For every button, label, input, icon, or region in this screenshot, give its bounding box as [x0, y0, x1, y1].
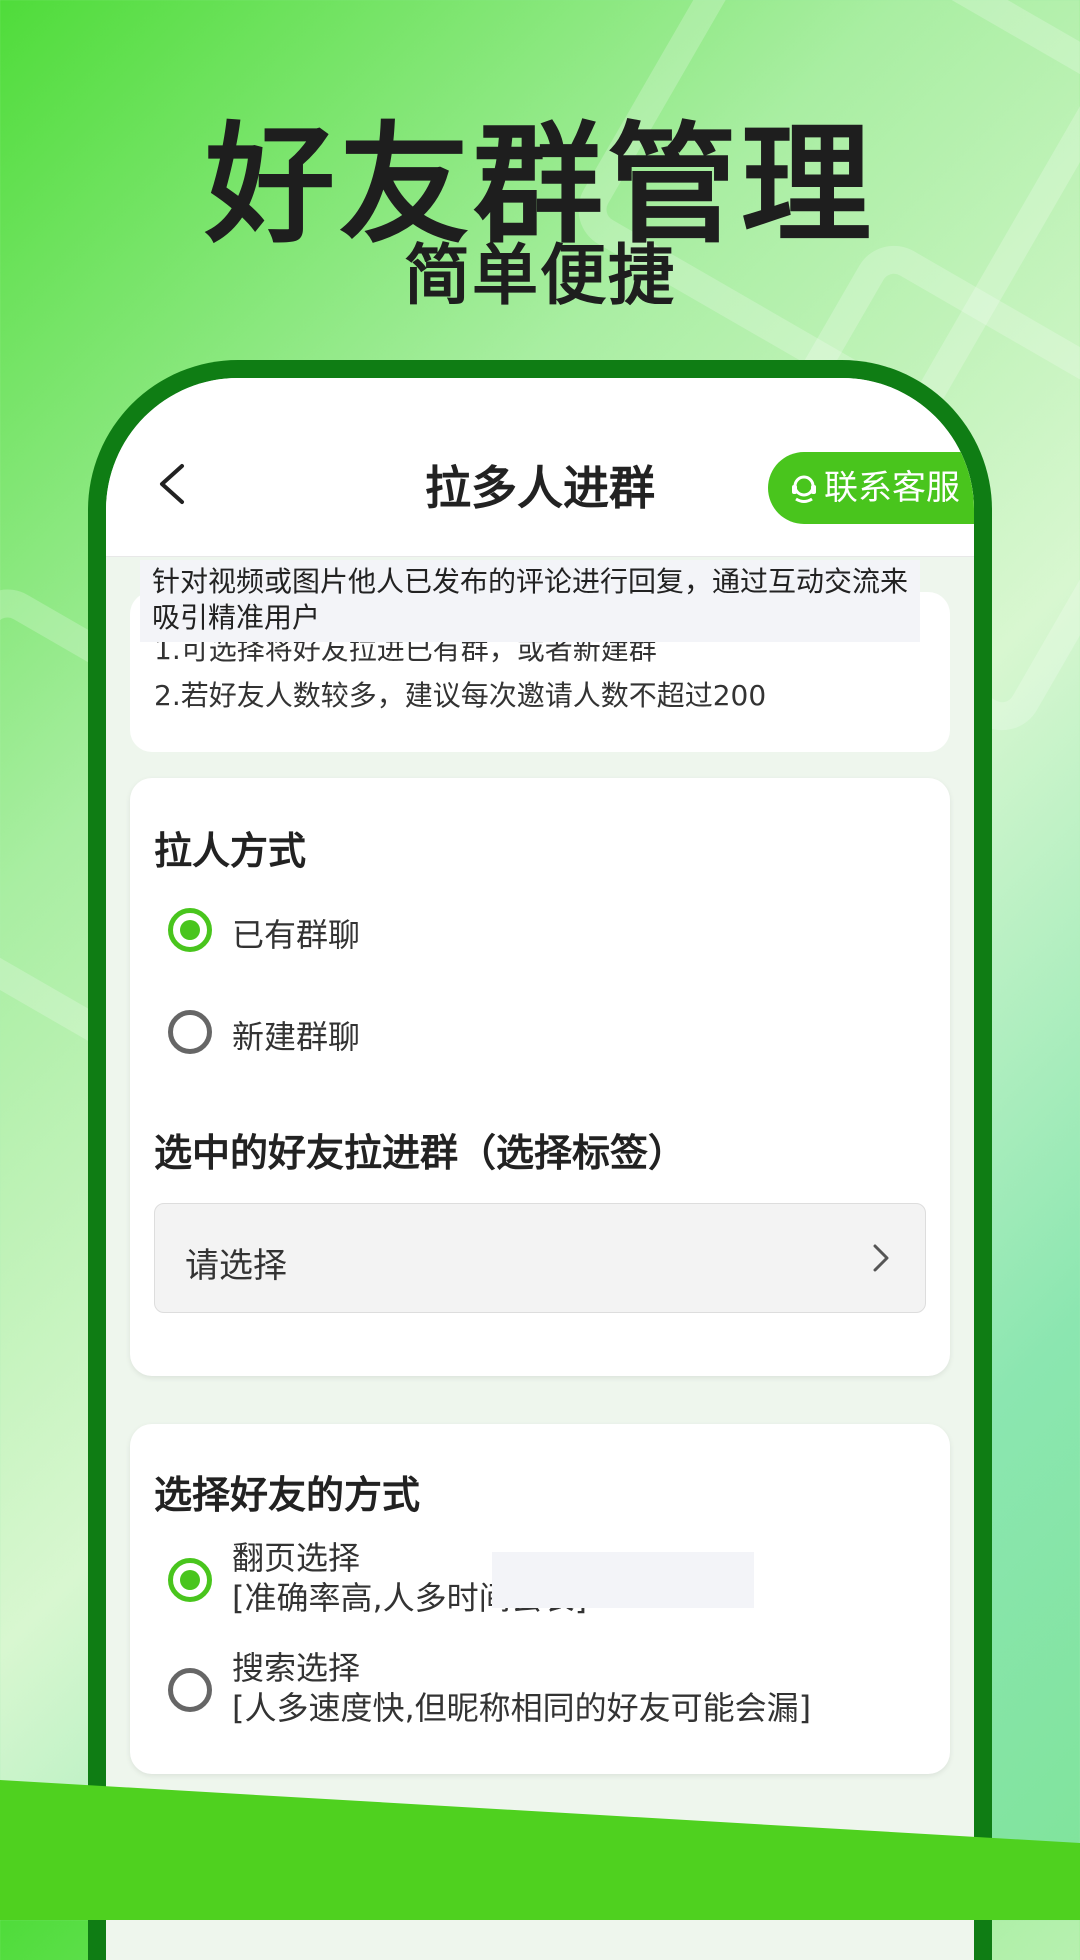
friend-method-card: 选择好友的方式 翻页选择 [准确率高,人多时间会长] 搜索选择 [人多速度快,但…	[130, 1424, 950, 1774]
tag-select[interactable]: 请选择	[154, 1203, 926, 1313]
radio-search-select[interactable]	[168, 1668, 212, 1712]
headset-icon	[792, 475, 816, 503]
option-search-select-label: 搜索选择	[232, 1649, 361, 1687]
radio-page-select[interactable]	[168, 1558, 212, 1602]
pull-method-title: 拉人方式	[154, 829, 307, 873]
radio-new-group[interactable]	[168, 1010, 212, 1054]
radio-existing-group[interactable]	[168, 908, 212, 952]
option-search-select-desc: [人多速度快,但昵称相同的好友可能会漏]	[232, 1689, 812, 1727]
nav-bar: 拉多人进群 联系客服	[106, 378, 974, 557]
option-new-group-label[interactable]: 新建群聊	[232, 1012, 360, 1058]
tag-select-placeholder: 请选择	[185, 1246, 287, 1286]
pull-method-card: 拉人方式 已有群聊 新建群聊 选中的好友拉进群（选择标签） 请选择	[130, 778, 950, 1376]
phone-frame: 拉多人进群 联系客服 针对视频或图片他人已发布的评论进行回复，通过互动交流来吸引…	[88, 360, 992, 1960]
tag-select-title: 选中的好友拉进群（选择标签）	[154, 1131, 687, 1175]
notice-overlay-text: 针对视频或图片他人已发布的评论进行回复，通过互动交流来吸引精准用户	[140, 560, 920, 642]
chevron-right-icon	[873, 1244, 889, 1272]
text-mask	[492, 1552, 754, 1608]
option-existing-group-label[interactable]: 已有群聊	[232, 910, 360, 956]
friend-method-title: 选择好友的方式	[154, 1473, 421, 1517]
contact-support-label: 联系客服	[824, 468, 960, 508]
option-search-select[interactable]: 搜索选择 [人多速度快,但昵称相同的好友可能会漏]	[232, 1648, 811, 1728]
notice-line-2: 2.若好友人数较多，建议每次邀请人数不超过200	[154, 679, 767, 712]
contact-support-button[interactable]: 联系客服	[768, 452, 974, 524]
hero-subtitle: 简单便捷	[404, 237, 676, 314]
